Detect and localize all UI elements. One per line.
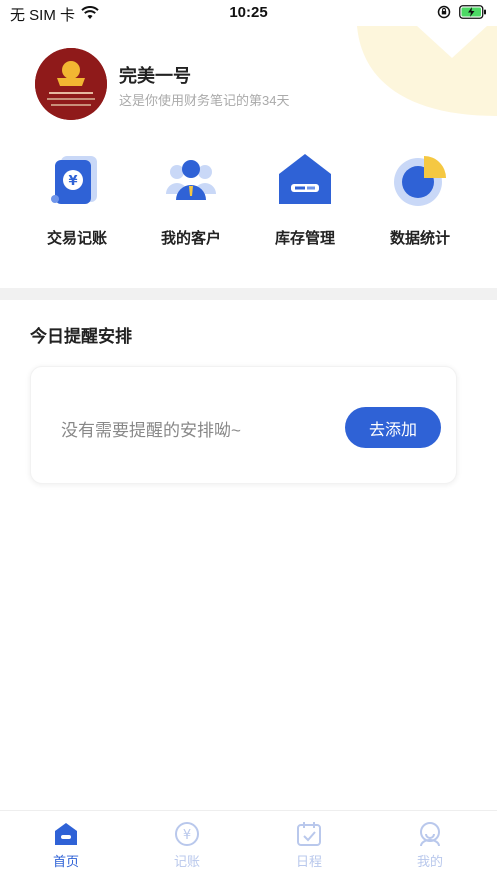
rotation-lock-icon — [437, 5, 451, 24]
status-right — [437, 5, 487, 24]
quick-action-label: 我的客户 — [160, 230, 221, 247]
status-bar: 无 SIM 卡 10:25 — [0, 0, 497, 26]
customers-icon — [161, 150, 221, 210]
svg-text:¥: ¥ — [68, 174, 77, 189]
quick-action-label: 交易记账 — [46, 230, 107, 247]
usage-days-text: 这是你使用财务笔记的第34天 — [119, 93, 290, 108]
tab-home[interactable]: 首页 — [26, 821, 106, 870]
tab-schedule[interactable]: 日程 — [269, 821, 349, 870]
quick-action-stats[interactable]: 数据统计 — [370, 150, 470, 248]
yuan-icon: ¥ — [174, 821, 200, 847]
add-reminder-button[interactable]: 去添加 — [345, 407, 441, 448]
calendar-icon — [296, 821, 322, 847]
stats-pie-icon — [390, 150, 450, 210]
tab-bookkeeping[interactable]: ¥ 记账 — [147, 821, 227, 870]
battery-charging-icon — [459, 5, 487, 24]
tab-label: 日程 — [295, 854, 322, 869]
tab-label: 记账 — [173, 854, 200, 869]
reminders-title: 今日提醒安排 — [30, 327, 132, 346]
quick-action-label: 数据统计 — [389, 230, 450, 247]
quick-action-label: 库存管理 — [274, 230, 335, 247]
clock: 10:25 — [229, 4, 268, 21]
svg-text:¥: ¥ — [183, 828, 191, 843]
quick-action-grid: ¥ 交易记账 我的客户 库存管理 数据统计 — [0, 150, 497, 260]
tab-label: 我的 — [416, 854, 443, 869]
bottom-tab-bar: 首页 ¥ 记账 日程 我的 — [0, 810, 497, 883]
home-icon — [53, 821, 79, 847]
tab-label: 首页 — [52, 854, 79, 869]
reminders-card: 没有需要提醒的安排呦~ 去添加 — [30, 366, 457, 484]
section-divider — [0, 288, 497, 300]
decorative-banner-shape — [357, 26, 497, 116]
quick-action-ledger[interactable]: ¥ 交易记账 — [27, 150, 127, 248]
quick-action-inventory[interactable]: 库存管理 — [255, 150, 355, 248]
avatar[interactable] — [35, 48, 107, 120]
empty-reminders-text: 没有需要提醒的安排呦~ — [61, 421, 241, 440]
tab-mine[interactable]: 我的 — [390, 821, 470, 870]
user-name: 完美一号 — [119, 66, 191, 86]
ledger-icon: ¥ — [47, 150, 107, 210]
inventory-icon — [275, 150, 335, 210]
quick-action-customers[interactable]: 我的客户 — [141, 150, 241, 248]
profile-icon — [417, 821, 443, 847]
